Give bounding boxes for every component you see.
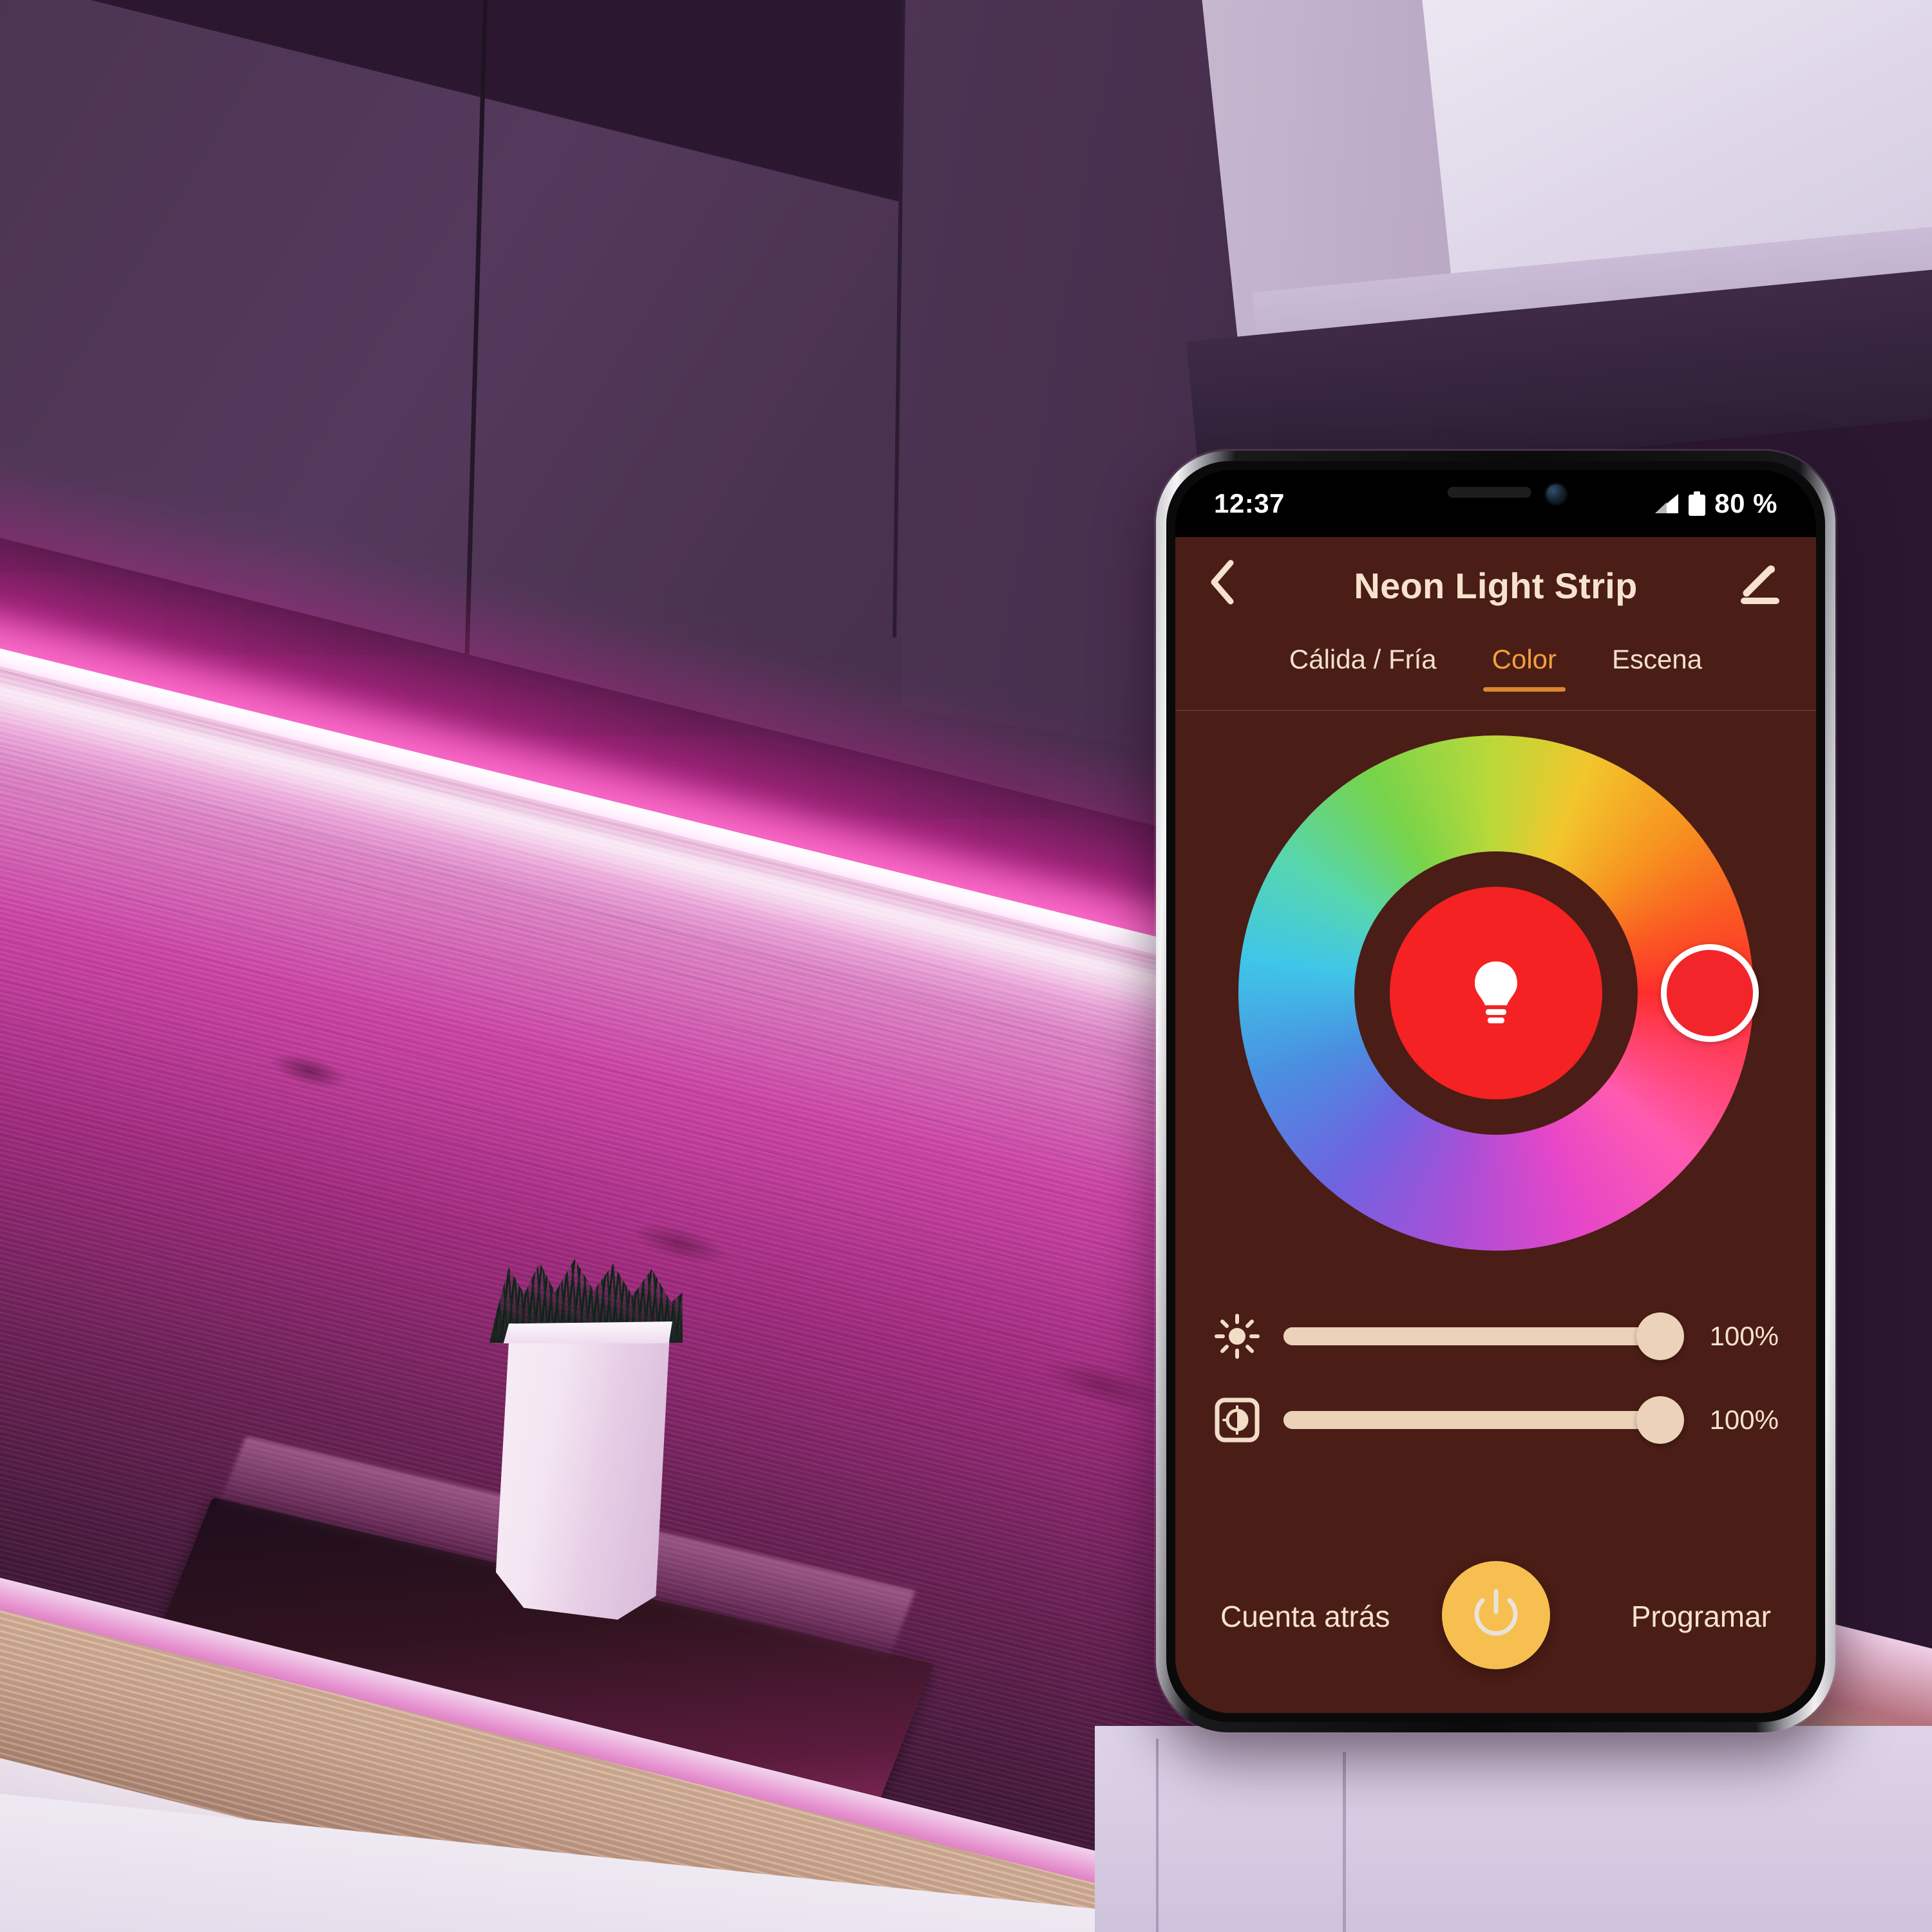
- color-selector-handle[interactable]: [1660, 944, 1759, 1042]
- back-button[interactable]: [1209, 559, 1254, 612]
- saturation-slider-thumb[interactable]: [1636, 1396, 1684, 1444]
- signal-bars-icon: [1655, 494, 1679, 513]
- tab-escena[interactable]: Escena: [1609, 640, 1705, 692]
- smartphone-device: 12:37 80 % Neon Light Strip Cálida / Frí…: [1156, 451, 1835, 1732]
- front-camera: [1546, 484, 1566, 504]
- bottom-action-bar: Cuenta atrás Programar: [1175, 1546, 1816, 1713]
- lower-cabinet-right: [1095, 1726, 1932, 1932]
- color-wheel[interactable]: [1238, 735, 1759, 1251]
- brightness-value: 100%: [1709, 1321, 1779, 1351]
- planter-rim: [503, 1321, 672, 1343]
- power-icon: [1474, 1589, 1517, 1636]
- tab-color[interactable]: Color: [1490, 640, 1559, 692]
- current-color-preview[interactable]: [1389, 887, 1602, 1099]
- status-bar-clock: 12:37: [1214, 488, 1285, 518]
- phone-bezel: 12:37 80 % Neon Light Strip Cálida / Frí…: [1166, 461, 1825, 1722]
- countdown-button[interactable]: Cuenta atrás: [1220, 1599, 1390, 1634]
- white-planter: [496, 1323, 670, 1620]
- edit-button[interactable]: [1738, 564, 1783, 607]
- page-title: Neon Light Strip: [1354, 565, 1638, 606]
- chevron-left-icon: [1211, 560, 1234, 604]
- status-bar: 12:37 80 %: [1175, 470, 1816, 537]
- tab-calida-fria[interactable]: Cálida / Fría: [1287, 640, 1439, 692]
- battery-icon: [1689, 491, 1706, 516]
- pencil-edit-icon: [1741, 565, 1779, 604]
- color-picker-area: [1175, 711, 1816, 1275]
- schedule-button[interactable]: Programar: [1631, 1599, 1771, 1634]
- lower-cabinet-seam: [1156, 1739, 1159, 1932]
- earpiece-speaker: [1447, 487, 1531, 498]
- brightness-slider-row: 100%: [1213, 1294, 1779, 1378]
- kitchen-scene-photo: 12:37 80 % Neon Light Strip Cálida / Frí…: [0, 0, 1932, 1932]
- mode-tabs: Cálida / Fría Color Escena: [1175, 634, 1816, 711]
- slider-section: 100% 100%: [1175, 1275, 1816, 1546]
- brightness-slider-thumb[interactable]: [1636, 1312, 1684, 1360]
- saturation-slider-row: 100%: [1213, 1378, 1779, 1462]
- phone-screen: 12:37 80 % Neon Light Strip Cálida / Frí…: [1175, 470, 1816, 1713]
- status-bar-indicators: 80 %: [1654, 488, 1777, 519]
- battery-percentage: 80 %: [1714, 488, 1777, 518]
- brightness-slider-track[interactable]: [1283, 1312, 1684, 1360]
- lower-cabinet-seam: [1343, 1752, 1346, 1932]
- power-button[interactable]: [1441, 1561, 1550, 1669]
- saturation-value: 100%: [1709, 1405, 1779, 1435]
- app-header: Neon Light Strip: [1175, 537, 1816, 634]
- light-bulb-icon: [1474, 961, 1517, 1023]
- brightness-sun-icon: [1213, 1312, 1262, 1361]
- saturation-slider-track[interactable]: [1283, 1396, 1684, 1444]
- contrast-square-icon: [1213, 1396, 1262, 1444]
